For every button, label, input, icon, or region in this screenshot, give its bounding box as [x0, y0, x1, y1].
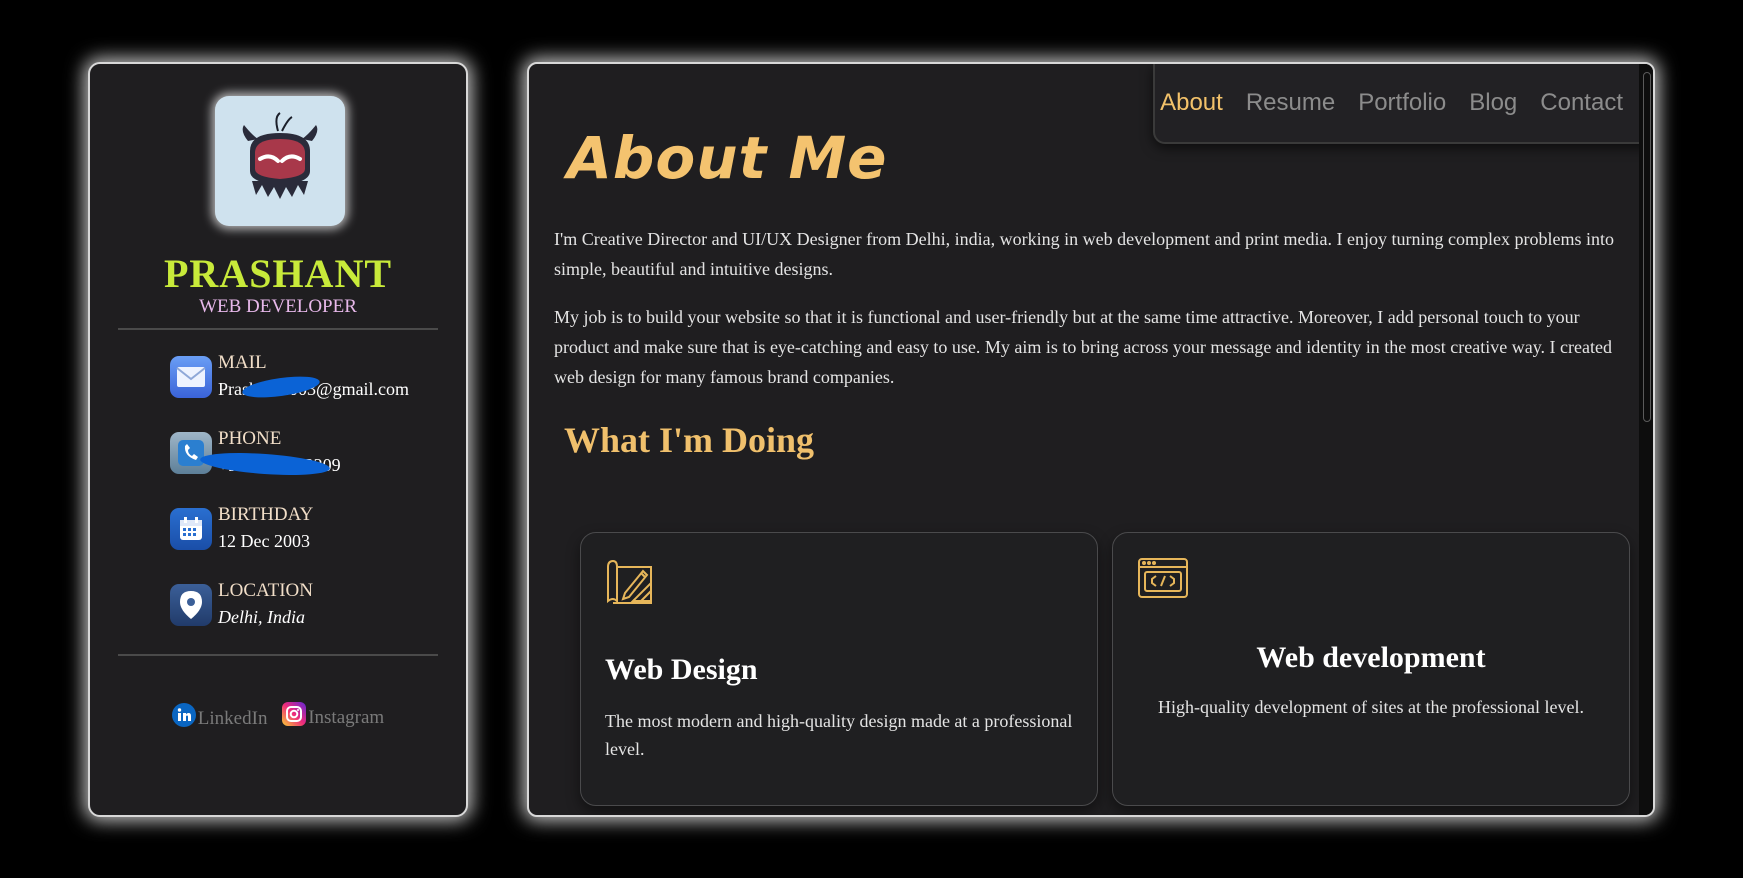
social-links: LinkedIn Instagram [90, 702, 466, 733]
contact-value: 12 Dec 2003 [218, 531, 310, 551]
nav-portfolio[interactable]: Portfolio [1358, 89, 1446, 117]
service-title: Web development [1256, 641, 1486, 674]
social-label: Instagram [308, 707, 385, 728]
instagram-icon [282, 702, 307, 726]
profile-name: PRASHANT [163, 251, 393, 296]
about-paragraph: My job is to build your website so that … [554, 307, 1613, 387]
nav-resume[interactable]: Resume [1246, 89, 1335, 117]
service-card-web-development: Web development High-quality development… [1112, 532, 1630, 806]
contact-mail: MAIL Prashant2003@gmail.com [170, 352, 460, 408]
service-text: The most modern and high-quality design … [605, 711, 1073, 759]
main-content: About Resume Portfolio Blog Contact Abou… [527, 62, 1655, 817]
calendar-icon [170, 508, 212, 550]
design-tools-icon [605, 557, 655, 612]
social-linkedin[interactable]: LinkedIn [171, 703, 268, 731]
service-title: Web Design [605, 653, 758, 686]
contact-label: LOCATION [218, 580, 313, 601]
contact-phone: PHONE +91 9876543209 [170, 428, 460, 484]
monster-avatar-icon [242, 112, 318, 199]
contact-label: MAIL [218, 352, 267, 373]
service-card-web-design: Web Design The most modern and high-qual… [580, 532, 1098, 806]
section-title: What I'm Doing [564, 420, 815, 460]
profile-title: WEB DEVELOPER [199, 296, 357, 317]
about-paragraph: I'm Creative Director and UI/UX Designer… [554, 229, 1614, 279]
contact-value: Delhi, India [218, 607, 305, 627]
nav-contact[interactable]: Contact [1540, 89, 1623, 117]
linkedin-icon [171, 703, 196, 727]
social-label: LinkedIn [197, 708, 268, 729]
contact-birthday: BIRTHDAY 12 Dec 2003 [170, 504, 460, 560]
profile-sidebar: PRASHANT WEB DEVELOPER MAIL Prashant2003… [88, 62, 468, 817]
contact-label: BIRTHDAY [218, 504, 314, 525]
mail-icon [170, 356, 212, 398]
top-navbar: About Resume Portfolio Blog Contact [1153, 64, 1653, 144]
contact-location: LOCATION Delhi, India [170, 580, 460, 636]
location-pin-icon [170, 584, 212, 626]
service-text: High-quality development of sites at the… [1158, 697, 1584, 717]
nav-blog[interactable]: Blog [1469, 89, 1517, 117]
code-window-icon [1137, 557, 1189, 604]
divider [118, 654, 438, 656]
divider [118, 328, 438, 330]
social-instagram[interactable]: Instagram [282, 702, 385, 730]
nav-about[interactable]: About [1160, 89, 1223, 117]
contact-label: PHONE [218, 428, 282, 449]
page-title: About Me [567, 124, 888, 192]
scrollbar[interactable] [1639, 64, 1653, 815]
phone-icon [170, 432, 212, 474]
avatar [215, 96, 345, 226]
scrollbar-thumb[interactable] [1643, 72, 1651, 422]
